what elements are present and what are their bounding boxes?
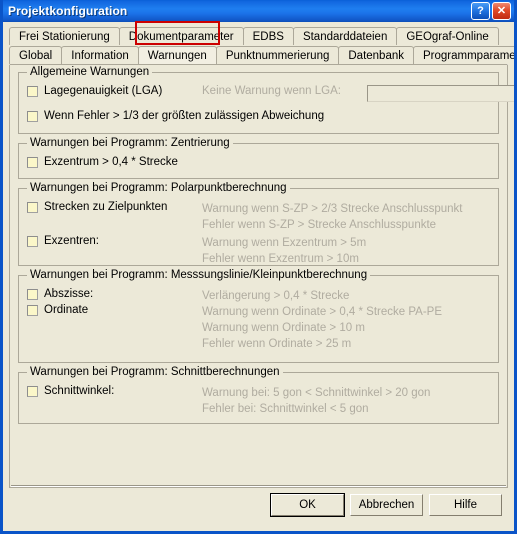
tab-label: Information bbox=[71, 50, 129, 62]
group-legend: Allgemeine Warnungen bbox=[27, 66, 153, 78]
checkbox-label: Schnittwinkel: bbox=[44, 385, 115, 397]
checkbox-abszisse[interactable]: Abszisse: bbox=[27, 288, 202, 300]
ok-button[interactable]: OK bbox=[270, 493, 345, 517]
tab-label: Punktnummerierung bbox=[225, 50, 330, 62]
row-strecken-zu-zielpunkten: Strecken zu Zielpunkten Warnung wenn S-Z… bbox=[27, 201, 490, 233]
hint-text: Warnung bei: 5 gon < Schnittwinkel > 20 … bbox=[202, 387, 431, 399]
group-zentrierung: Warnungen bei Programm: Zentrierung Exze… bbox=[18, 137, 499, 179]
checkbox-box-icon[interactable] bbox=[27, 385, 38, 397]
row-exzentrum: Exzentrum > 0,4 * Strecke bbox=[27, 156, 490, 168]
group-allgemeine-warnungen: Allgemeine Warnungen Lagegenauigkeit (LG… bbox=[18, 66, 514, 134]
checkbox-box-icon[interactable] bbox=[27, 85, 38, 97]
row-ordinate: Ordinate Warnung wenn Ordinate > 0,4 * S… bbox=[27, 304, 490, 352]
tab-label: Frei Stationierung bbox=[19, 31, 110, 43]
checkbox-schnittwinkel[interactable]: Schnittwinkel: bbox=[27, 385, 202, 397]
hint-text: Fehler wenn Exzentrum > 10m bbox=[202, 253, 359, 265]
hint-text: Warnung wenn Exzentrum > 5m bbox=[202, 237, 367, 249]
tab-label: Warnungen bbox=[147, 50, 207, 62]
checkbox-box-icon[interactable] bbox=[27, 304, 38, 316]
help-button[interactable]: Hilfe bbox=[429, 494, 502, 516]
tab-warnungen[interactable]: Warnungen bbox=[137, 46, 217, 64]
close-button[interactable]: ✕ bbox=[492, 2, 511, 20]
checkbox-box-icon[interactable] bbox=[27, 110, 38, 122]
dialog-button-bar: OK Abbrechen Hilfe bbox=[270, 493, 502, 517]
tab-edbs[interactable]: EDBS bbox=[242, 27, 294, 45]
tab-label: Programmparameter bbox=[423, 50, 516, 62]
hint-text: Warnung wenn Ordinate > 10 m bbox=[202, 322, 365, 334]
hint-group: Warnung wenn S-ZP > 2/3 Strecke Anschlus… bbox=[202, 201, 463, 233]
checkbox-ordinate[interactable]: Ordinate bbox=[27, 304, 202, 316]
group-legend: Warnungen bei Programm: Polarpunktberech… bbox=[27, 182, 290, 194]
title-bar-buttons: ? ✕ bbox=[471, 2, 511, 20]
tab-punktnummerierung[interactable]: Punktnummerierung bbox=[215, 46, 340, 64]
row-schnittwinkel: Schnittwinkel: Warnung bei: 5 gon < Schn… bbox=[27, 385, 490, 417]
checkbox-box-icon[interactable] bbox=[27, 288, 38, 300]
project-configuration-dialog: Projektkonfiguration ? ✕ Frei Stationier… bbox=[0, 0, 517, 534]
window-title: Projektkonfiguration bbox=[8, 4, 128, 18]
warnungen-tab-panel: Allgemeine Warnungen Lagegenauigkeit (LG… bbox=[9, 64, 514, 488]
title-bar[interactable]: Projektkonfiguration ? ✕ bbox=[3, 0, 514, 22]
help-icon-button[interactable]: ? bbox=[471, 2, 490, 20]
cancel-button[interactable]: Abbrechen bbox=[350, 494, 423, 516]
hint-text: Fehler bei: Schnittwinkel < 5 gon bbox=[202, 403, 369, 415]
tab-global[interactable]: Global bbox=[9, 46, 63, 64]
tab-row-1: Frei Stationierung Dokumentparameter EDB… bbox=[9, 26, 508, 45]
tab-dokumentparameter[interactable]: Dokumentparameter bbox=[118, 27, 244, 45]
group-polarpunktberechnung: Warnungen bei Programm: Polarpunktberech… bbox=[18, 182, 499, 267]
group-messungslinie-kleinpunktberechnung: Warnungen bei Programm: Messsungslinie/K… bbox=[18, 269, 499, 363]
group-legend: Warnungen bei Programm: Messsungslinie/K… bbox=[27, 269, 371, 281]
footer-separator bbox=[11, 485, 506, 487]
row-lagegenauigkeit: Lagegenauigkeit (LGA) Keine Warnung wenn… bbox=[27, 85, 514, 102]
group-schnittberechnungen: Warnungen bei Programm: Schnittberechnun… bbox=[18, 366, 499, 424]
close-icon: ✕ bbox=[496, 4, 507, 17]
checkbox-wenn-fehler[interactable]: Wenn Fehler > 1/3 der größten zulässigen… bbox=[27, 110, 324, 122]
tab-information[interactable]: Information bbox=[61, 46, 139, 64]
checkbox-box-icon[interactable] bbox=[27, 235, 38, 247]
tab-frei-stationierung[interactable]: Frei Stationierung bbox=[9, 27, 120, 45]
hint-text: Warnung wenn Ordinate > 0,4 * Strecke PA… bbox=[202, 306, 443, 318]
hint-text: Fehler wenn S-ZP > Strecke Anschlusspunk… bbox=[202, 219, 437, 231]
tab-standarddateien[interactable]: Standarddateien bbox=[292, 27, 398, 45]
checkbox-lagegenauigkeit[interactable]: Lagegenauigkeit (LGA) bbox=[27, 85, 202, 97]
hint-group: Warnung bei: 5 gon < Schnittwinkel > 20 … bbox=[202, 385, 430, 417]
tab-strip: Frei Stationierung Dokumentparameter EDB… bbox=[3, 21, 514, 64]
checkbox-strecken-zu-zielpunkten[interactable]: Strecken zu Zielpunkten bbox=[27, 201, 202, 213]
checkbox-exzentren[interactable]: Exzentren: bbox=[27, 235, 202, 247]
row-wenn-fehler: Wenn Fehler > 1/3 der größten zulässigen… bbox=[27, 110, 490, 122]
checkbox-label: Exzentrum > 0,4 * Strecke bbox=[44, 156, 178, 168]
checkbox-label: Wenn Fehler > 1/3 der größten zulässigen… bbox=[44, 110, 325, 122]
group-legend: Warnungen bei Programm: Schnittberechnun… bbox=[27, 366, 283, 378]
tab-label: EDBS bbox=[252, 31, 284, 43]
tab-label: Standarddateien bbox=[302, 31, 388, 43]
dialog-footer: OK Abbrechen Hilfe bbox=[3, 485, 514, 531]
hint-group: Warnung wenn Ordinate > 0,4 * Strecke PA… bbox=[202, 304, 442, 352]
lga-threshold-input[interactable] bbox=[367, 85, 514, 102]
hint-text: Fehler wenn Ordinate > 25 m bbox=[202, 338, 352, 350]
tab-geograf-online[interactable]: GEOgraf-Online bbox=[396, 27, 499, 45]
tab-label: GEOgraf-Online bbox=[406, 31, 489, 43]
tab-programmparameter[interactable]: Programmparameter bbox=[413, 46, 516, 64]
tab-label: Datenbank bbox=[348, 50, 404, 62]
group-legend: Warnungen bei Programm: Zentrierung bbox=[27, 137, 233, 149]
tab-label: Global bbox=[19, 50, 53, 62]
checkbox-exzentrum-strecke[interactable]: Exzentrum > 0,4 * Strecke bbox=[27, 156, 178, 168]
hint-text: Warnung wenn S-ZP > 2/3 Strecke Anschlus… bbox=[202, 203, 463, 215]
tab-datenbank[interactable]: Datenbank bbox=[338, 46, 414, 64]
checkbox-label: Lagegenauigkeit (LGA) bbox=[44, 85, 163, 97]
hint-group: Verlängerung > 0,4 * Strecke bbox=[202, 288, 349, 304]
tab-label: Dokumentparameter bbox=[128, 31, 234, 43]
checkbox-label: Ordinate bbox=[44, 304, 89, 316]
hint-text: Verlängerung > 0,4 * Strecke bbox=[202, 290, 350, 302]
row-abszisse: Abszisse: Verlängerung > 0,4 * Strecke bbox=[27, 288, 490, 304]
hint-group: Warnung wenn Exzentrum > 5m Fehler wenn … bbox=[202, 235, 366, 267]
checkbox-label: Strecken zu Zielpunkten bbox=[44, 201, 168, 213]
checkbox-box-icon[interactable] bbox=[27, 156, 38, 168]
label-keine-warnung-wenn-lga: Keine Warnung wenn LGA: bbox=[202, 85, 341, 97]
checkbox-label: Abszisse: bbox=[44, 288, 94, 300]
tab-row-2: Global Information Warnungen Punktnummer… bbox=[9, 45, 514, 64]
question-mark-icon: ? bbox=[477, 4, 484, 17]
checkbox-box-icon[interactable] bbox=[27, 201, 38, 213]
row-exzentren: Exzentren: Warnung wenn Exzentrum > 5m F… bbox=[27, 235, 490, 267]
checkbox-label: Exzentren: bbox=[44, 235, 99, 247]
